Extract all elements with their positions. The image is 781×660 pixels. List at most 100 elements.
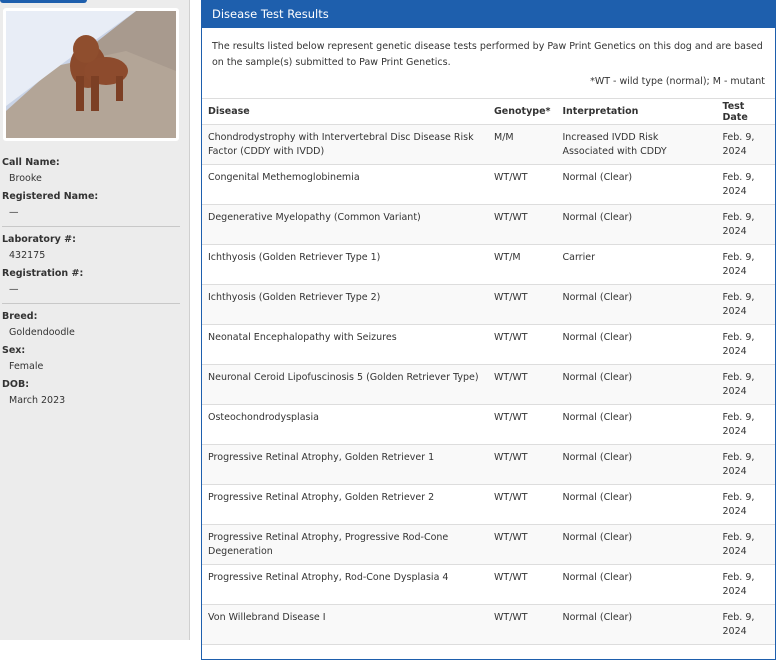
disease-results-panel: Disease Test Results The results listed … [201,0,776,660]
divider [2,303,180,304]
cell-disease: Ichthyosis (Golden Retriever Type 2) [202,284,488,325]
table-row: Osteochondrodysplasia WT/WT Normal (Clear)… [202,404,775,445]
field-label: Sex: [2,345,26,356]
table-row: Degenerative Myelopathy (Common Variant)… [202,204,775,245]
cell-interpretation: Normal (Clear) [556,404,717,445]
table-row: Congenital Methemoglobinemia WT/WT Normal … [202,164,775,205]
field-dob: DOB: March 2023 [2,378,180,412]
cell-genotype: WT/WT [488,604,557,645]
table-row: Ichthyosis (Golden Retriever Type 2) WT/W… [202,284,775,325]
cell-genotype: WT/WT [488,444,557,485]
cell-test-date: Feb. 9, 2024 [716,484,775,525]
cell-disease: Congenital Methemoglobinemia [202,164,488,205]
cell-disease: Neuronal Ceroid Lipofuscinosis 5 (Golden… [202,364,488,405]
cell-genotype: WT/M [488,244,557,285]
cell-genotype: WT/WT [488,364,557,405]
cell-interpretation: Normal (Clear) [556,164,717,205]
column-header-interpretation: Interpretation [556,98,717,125]
cell-test-date: Feb. 9, 2024 [716,404,775,445]
field-label: Laboratory #: [2,234,76,245]
field-value: Brooke [9,173,42,184]
cell-test-date: Feb. 9, 2024 [716,164,775,205]
cell-disease: Von Willebrand Disease I [202,604,488,645]
cell-disease: Degenerative Myelopathy (Common Variant) [202,204,488,245]
cell-interpretation: Normal (Clear) [556,524,717,565]
field-label: Call Name: [2,157,60,168]
field-value: — [9,284,19,295]
cell-interpretation: Carrier [556,244,717,285]
dog-photo [3,8,179,141]
cell-interpretation: Normal (Clear) [556,204,717,245]
field-value: March 2023 [9,395,66,406]
field-value: 432175 [9,250,46,261]
cell-disease: Osteochondrodysplasia [202,404,488,445]
field-label: Breed: [2,311,38,322]
cell-genotype: WT/WT [488,524,557,565]
cell-test-date: Feb. 9, 2024 [716,444,775,485]
cell-interpretation: Increased IVDD Risk Associated with CDDY [556,124,717,165]
cell-test-date: Feb. 9, 2024 [716,604,775,645]
field-registration-number: Registration #: — [2,267,180,301]
table-row: Progressive Retinal Atrophy, Rod-Cone Dy… [202,564,775,605]
cell-interpretation: Normal (Clear) [556,364,717,405]
column-header-genotype: Genotype* [488,98,557,125]
column-header-test-date: Test Date [716,98,775,125]
panel-title: Disease Test Results [202,0,775,28]
cell-disease: Ichthyosis (Golden Retriever Type 1) [202,244,488,285]
field-call-name: Call Name: Brooke [2,156,180,190]
cell-genotype: WT/WT [488,484,557,525]
table-row: Ichthyosis (Golden Retriever Type 1) WT/M… [202,244,775,285]
table-row: Von Willebrand Disease I WT/WT Normal (Cle… [202,604,775,645]
cell-genotype: WT/WT [488,164,557,205]
cell-disease: Progressive Retinal Atrophy, Rod-Cone Dy… [202,564,488,605]
field-value: Female [9,361,44,372]
cell-interpretation: Normal (Clear) [556,284,717,325]
cell-disease: Neonatal Encephalopathy with Seizures [202,324,488,365]
table-header-row: Disease Genotype* Interpretation Test Da… [202,98,775,125]
field-label: Registered Name: [2,191,99,202]
cell-test-date: Feb. 9, 2024 [716,524,775,565]
field-sex: Sex: Female [2,344,180,378]
results-table: Disease Genotype* Interpretation Test Da… [202,98,775,645]
cell-test-date: Feb. 9, 2024 [716,324,775,365]
cell-genotype: WT/WT [488,564,557,605]
dog-sidebar: Call Name: Brooke Registered Name: — Labor… [0,0,190,640]
cell-genotype: WT/WT [488,204,557,245]
cell-disease: Progressive Retinal Atrophy, Golden Retr… [202,484,488,525]
cell-genotype: WT/WT [488,324,557,365]
cell-test-date: Feb. 9, 2024 [716,244,775,285]
table-row: Chondrodystrophy with Intervertebral Dis… [202,124,775,165]
divider [2,226,180,227]
table-row: Progressive Retinal Atrophy, Progressive… [202,524,775,565]
field-value: — [9,207,19,218]
cell-test-date: Feb. 9, 2024 [716,204,775,245]
cell-genotype: WT/WT [488,284,557,325]
cell-interpretation: Normal (Clear) [556,324,717,365]
field-value: Goldendoodle [9,327,75,338]
cell-test-date: Feb. 9, 2024 [716,124,775,165]
cell-disease: Progressive Retinal Atrophy, Golden Retr… [202,444,488,485]
table-row: Neonatal Encephalopathy with Seizures WT/… [202,324,775,365]
intro-text: The results listed below represent genet… [212,41,763,68]
field-registered-name: Registered Name: — [2,190,180,224]
cell-interpretation: Normal (Clear) [556,444,717,485]
field-laboratory-number: Laboratory #: 432175 [2,233,180,267]
cell-interpretation: Normal (Clear) [556,484,717,525]
column-header-disease: Disease [202,98,488,125]
cell-interpretation: Normal (Clear) [556,564,717,605]
table-row: Neuronal Ceroid Lipofuscinosis 5 (Golden… [202,364,775,405]
table-row: Progressive Retinal Atrophy, Golden Retr… [202,484,775,525]
table-row: Progressive Retinal Atrophy, Golden Retr… [202,444,775,485]
cell-test-date: Feb. 9, 2024 [716,284,775,325]
cell-interpretation: Normal (Clear) [556,604,717,645]
cell-test-date: Feb. 9, 2024 [716,364,775,405]
genotype-legend: *WT - wild type (normal); M - mutant [590,76,765,87]
cell-genotype: M/M [488,124,557,165]
field-label: DOB: [2,379,30,390]
cell-disease: Progressive Retinal Atrophy, Progressive… [202,524,488,565]
field-breed: Breed: Goldendoodle [2,310,180,344]
cell-test-date: Feb. 9, 2024 [716,564,775,605]
cell-genotype: WT/WT [488,404,557,445]
top-button[interactable] [0,0,87,3]
field-label: Registration #: [2,268,84,279]
